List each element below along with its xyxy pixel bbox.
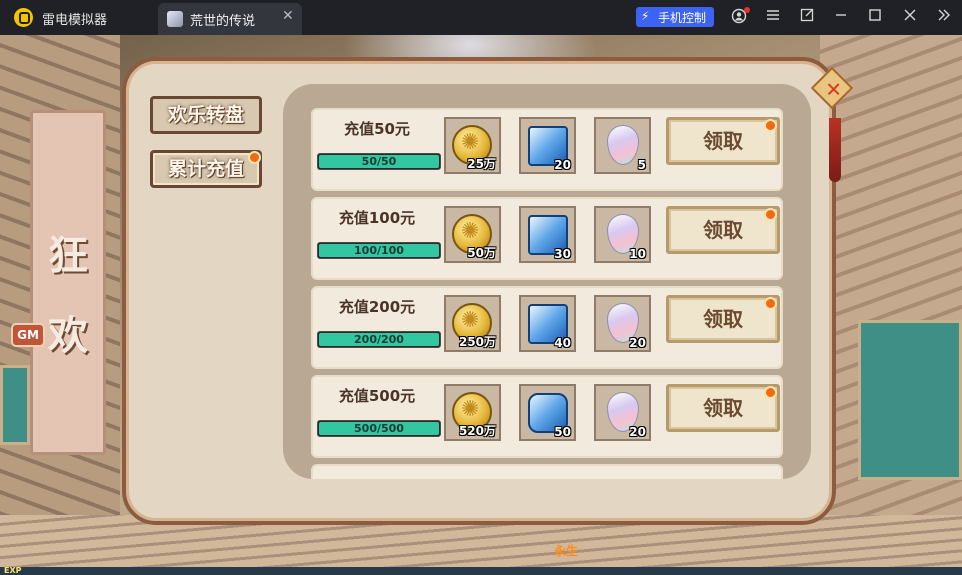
gm-button[interactable]: GM bbox=[11, 323, 45, 347]
item-count: 25万 bbox=[467, 157, 496, 171]
crystal-icon bbox=[607, 125, 639, 165]
progress-text: 100/100 bbox=[354, 244, 404, 257]
emulator-window: 雷电模拟器 荒世的传说 ✕ ⚡ 手机控制 狂 欢 GM 欢乐转盘 累计充值 充值… bbox=[0, 0, 962, 575]
phone-control-label: 手机控制 bbox=[658, 11, 707, 25]
background-teal-block bbox=[858, 320, 962, 480]
close-icon[interactable] bbox=[901, 8, 919, 26]
exp-label: EXP bbox=[4, 566, 22, 575]
row-title: 充值50元 bbox=[344, 120, 410, 138]
reward-row: 充值200元 200/200 250万 40 20 领取 bbox=[311, 286, 783, 369]
menu-cumulative-recharge[interactable]: 累计充值 bbox=[150, 150, 262, 188]
title-bar: 雷电模拟器 荒世的传说 ✕ ⚡ 手机控制 bbox=[0, 0, 962, 35]
player-name: 永生 bbox=[554, 544, 579, 558]
game-app-icon bbox=[167, 11, 183, 27]
close-x-icon: ✕ bbox=[825, 77, 843, 102]
item-count: 40 bbox=[554, 336, 571, 350]
menu-icon[interactable] bbox=[764, 8, 782, 26]
progress-text: 50/50 bbox=[361, 155, 397, 168]
row-title: 充值500元 bbox=[338, 387, 416, 405]
claim-button[interactable]: 领取 bbox=[666, 206, 780, 254]
emulator-logo-icon bbox=[14, 8, 33, 27]
item-count: 20 bbox=[629, 425, 646, 439]
progress-text: 500/500 bbox=[354, 422, 404, 435]
progress-bar: 200/200 bbox=[317, 331, 441, 348]
banner-char: 狂 bbox=[48, 232, 88, 279]
claim-button[interactable]: 领取 bbox=[666, 295, 780, 343]
reward-item-crystal[interactable]: 20 bbox=[594, 384, 651, 441]
reward-item-coin[interactable]: 50万 bbox=[444, 206, 501, 263]
tab-title: 荒世的传说 bbox=[190, 14, 256, 29]
item-count: 250万 bbox=[458, 335, 496, 349]
maximize-icon[interactable] bbox=[866, 8, 884, 26]
claim-label: 领取 bbox=[703, 218, 743, 242]
reward-item-crystal[interactable]: 10 bbox=[594, 206, 651, 263]
reward-list[interactable]: 充值50元 50/50 25万 20 5 领取 充值100元 100/100 5… bbox=[283, 84, 811, 479]
item-count: 20 bbox=[554, 158, 571, 172]
reward-item-coin[interactable]: 250万 bbox=[444, 295, 501, 352]
reward-row: 充值500元 500/500 520万 50 20 领取 bbox=[311, 375, 783, 458]
reward-item-coin[interactable]: 25万 bbox=[444, 117, 501, 174]
notification-dot bbox=[248, 151, 261, 164]
row-title: 充值200元 bbox=[338, 298, 416, 316]
phone-control-button[interactable]: ⚡ 手机控制 bbox=[636, 7, 714, 27]
notification-dot bbox=[764, 386, 777, 399]
item-count: 10 bbox=[629, 247, 646, 261]
notification-dot bbox=[764, 119, 777, 132]
item-count: 50万 bbox=[467, 246, 496, 260]
item-count: 520万 bbox=[458, 424, 496, 438]
reward-item-crystal[interactable]: 20 bbox=[594, 295, 651, 352]
app-title: 雷电模拟器 bbox=[42, 13, 108, 28]
reward-row bbox=[311, 464, 783, 479]
reward-row: 充值100元 100/100 50万 30 10 领取 bbox=[311, 197, 783, 280]
tassel-decoration bbox=[829, 118, 841, 182]
claim-label: 领取 bbox=[703, 396, 743, 420]
notification-dot bbox=[764, 208, 777, 221]
progress-text: 200/200 bbox=[354, 333, 404, 346]
tab-close-icon[interactable]: ✕ bbox=[282, 8, 294, 24]
claim-label: 领取 bbox=[703, 307, 743, 331]
reward-item-gem[interactable]: 30 bbox=[519, 206, 576, 263]
lightning-icon: ⚡ bbox=[641, 9, 650, 23]
item-count: 30 bbox=[554, 247, 571, 261]
reward-item-gem[interactable]: 50 bbox=[519, 384, 576, 441]
reward-item-coin[interactable]: 520万 bbox=[444, 384, 501, 441]
item-count: 20 bbox=[629, 336, 646, 350]
claim-button[interactable]: 领取 bbox=[666, 384, 780, 432]
progress-bar: 500/500 bbox=[317, 420, 441, 437]
item-count: 5 bbox=[637, 158, 646, 172]
row-title: 充值100元 bbox=[338, 209, 416, 227]
progress-bar: 100/100 bbox=[317, 242, 441, 259]
background-stairs-right bbox=[820, 35, 962, 575]
notification-dot bbox=[744, 7, 750, 13]
notification-dot bbox=[764, 297, 777, 310]
reward-item-crystal[interactable]: 5 bbox=[594, 117, 651, 174]
exp-bar bbox=[0, 567, 962, 575]
reward-item-gem[interactable]: 20 bbox=[519, 117, 576, 174]
popout-icon[interactable] bbox=[798, 8, 816, 26]
reward-row: 充值50元 50/50 25万 20 5 领取 bbox=[311, 108, 783, 191]
menu-lucky-wheel[interactable]: 欢乐转盘 bbox=[150, 96, 262, 134]
reward-item-gem[interactable]: 40 bbox=[519, 295, 576, 352]
claim-label: 领取 bbox=[703, 129, 743, 153]
item-count: 50 bbox=[554, 425, 571, 439]
tab-game[interactable]: 荒世的传说 ✕ bbox=[158, 3, 302, 35]
collapse-sidebar-icon[interactable] bbox=[935, 8, 953, 26]
progress-bar: 50/50 bbox=[317, 153, 441, 170]
background-teal-block bbox=[0, 365, 30, 445]
claim-button[interactable]: 领取 bbox=[666, 117, 780, 165]
minimize-icon[interactable] bbox=[832, 8, 850, 26]
event-banner: 狂 欢 bbox=[30, 110, 106, 455]
